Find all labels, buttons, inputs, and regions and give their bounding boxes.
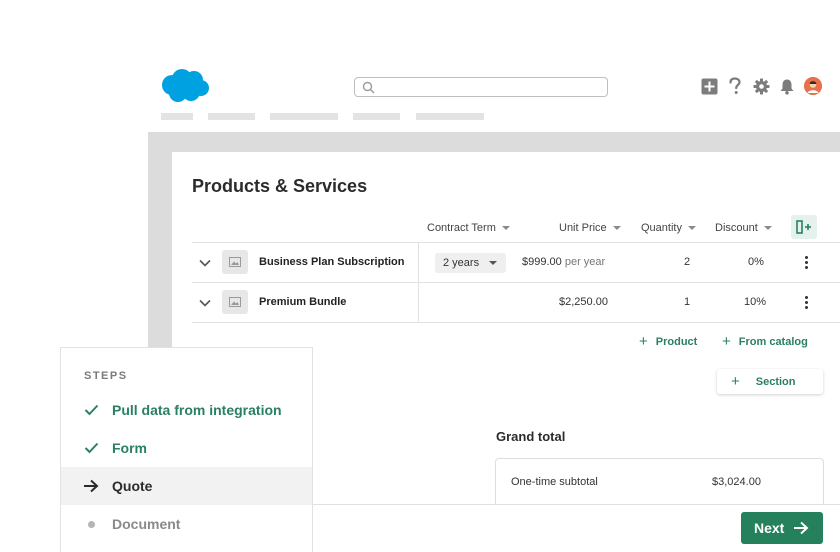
global-search[interactable] [354, 77, 608, 97]
plus-square-icon [701, 78, 717, 94]
chevron-down-icon[interactable] [199, 299, 211, 307]
table-divider [192, 322, 840, 323]
table-divider [192, 282, 840, 283]
nav-tab-placeholder[interactable] [270, 113, 338, 120]
column-header-unit-price[interactable]: Unit Price [559, 222, 621, 234]
add-column-icon [796, 220, 811, 234]
column-divider [418, 243, 419, 322]
image-icon [229, 257, 241, 267]
add-button[interactable] [700, 77, 718, 95]
unit-price: $2,250.00 [559, 296, 608, 308]
step-pull-data[interactable]: Pull data from integration [61, 391, 312, 429]
nav-tab-placeholder[interactable] [353, 113, 400, 120]
header-tools [700, 77, 822, 95]
plus-icon: + [722, 333, 731, 350]
settings-button[interactable] [752, 77, 770, 95]
one-time-subtotal-value: $3,024.00 [712, 476, 761, 488]
step-document[interactable]: Document [61, 505, 312, 543]
product-image-placeholder [222, 290, 248, 314]
plus-icon: + [639, 333, 648, 350]
step-label: Document [112, 516, 181, 532]
checkmark-icon [83, 403, 99, 417]
nav-tab-placeholder[interactable] [208, 113, 255, 120]
checkmark-icon [83, 441, 99, 455]
search-input[interactable] [379, 79, 601, 95]
table-divider [192, 242, 840, 243]
row-menu-icon[interactable] [805, 256, 809, 270]
caret-down-icon [489, 261, 497, 265]
caret-down-icon [687, 226, 696, 230]
chevron-down-icon[interactable] [199, 259, 211, 267]
add-column-button[interactable] [791, 215, 817, 239]
avatar-icon [804, 77, 822, 95]
gear-icon [753, 78, 769, 94]
user-avatar[interactable] [804, 77, 822, 95]
step-label: Quote [112, 478, 153, 494]
step-label: Form [112, 440, 147, 456]
arrow-right-icon [794, 521, 809, 535]
bell-icon [780, 79, 794, 95]
discount: 10% [744, 296, 767, 308]
nav-tab-placeholder[interactable] [416, 113, 484, 120]
discount: 0% [748, 256, 764, 268]
notifications-button[interactable] [778, 77, 796, 95]
search-icon [362, 81, 375, 94]
quantity: 2 [684, 256, 691, 268]
column-header-quantity[interactable]: Quantity [641, 222, 696, 234]
plus-icon: + [731, 373, 740, 390]
row-menu-icon[interactable] [805, 296, 809, 310]
help-button[interactable] [726, 77, 744, 95]
nav-tab-placeholder[interactable] [161, 113, 193, 120]
help-icon [729, 77, 741, 94]
arrow-right-icon [83, 479, 99, 493]
one-time-subtotal-label: One-time subtotal [511, 476, 598, 488]
step-quote[interactable]: Quote [61, 467, 312, 505]
add-from-catalog-button[interactable]: + From catalog [722, 334, 808, 349]
product-image-placeholder [222, 250, 248, 274]
brand-logo [160, 68, 210, 104]
next-button[interactable]: Next [741, 512, 823, 544]
image-icon [229, 297, 241, 307]
add-product-button[interactable]: + Product [639, 334, 697, 349]
step-form[interactable]: Form [61, 429, 312, 467]
add-section-button[interactable]: + Section [717, 369, 823, 394]
quantity: 1 [684, 296, 691, 308]
cloud-logo-icon [162, 69, 209, 102]
caret-down-icon [612, 226, 621, 230]
unit-price: $999.00 per year [522, 256, 606, 268]
caret-down-icon [501, 226, 510, 230]
product-name: Business Plan Subscription [259, 256, 405, 268]
section-title: Products & Services [192, 176, 368, 196]
dot-icon [83, 517, 99, 531]
contract-term-select[interactable]: 2 years [435, 253, 506, 273]
column-header-contract-term[interactable]: Contract Term [427, 222, 510, 234]
steps-heading: STEPS [84, 370, 128, 382]
step-label: Pull data from integration [112, 402, 282, 418]
product-name: Premium Bundle [259, 296, 347, 308]
column-header-discount[interactable]: Discount [715, 222, 772, 234]
caret-down-icon [763, 226, 772, 230]
grand-total-heading: Grand total [496, 429, 566, 444]
